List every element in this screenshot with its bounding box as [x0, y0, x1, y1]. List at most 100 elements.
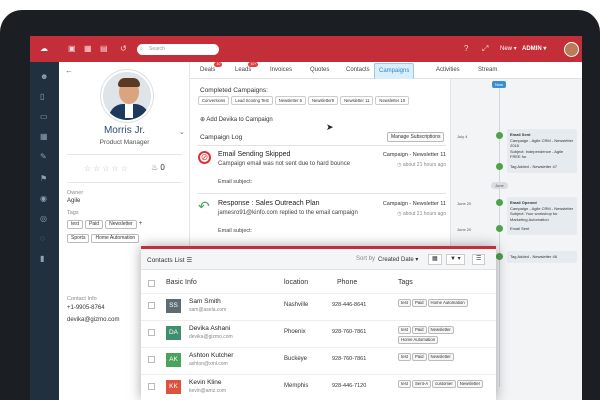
tickets-nav-icon[interactable]: ✎ — [40, 152, 47, 161]
header-tags[interactable]: Tags — [398, 279, 413, 286]
row-checkbox[interactable] — [148, 329, 155, 336]
timeline-card[interactable]: Tag Added - Newsletter 47 — [507, 161, 577, 173]
columns-button[interactable]: ☰ — [472, 254, 486, 265]
sort-value: Created Date — [378, 257, 414, 263]
contact-name[interactable]: Ashton Kutcher — [189, 352, 233, 359]
contact-name[interactable]: Kevin Kline — [189, 379, 222, 386]
tag[interactable]: test — [398, 380, 411, 388]
manage-subscriptions-button[interactable]: Manage Subscriptions — [387, 132, 445, 142]
header-location[interactable]: location — [284, 279, 308, 286]
star-rating[interactable]: ☆☆☆☆☆ — [84, 164, 130, 173]
tag[interactable]: Newsletter — [105, 220, 137, 229]
tag[interactable]: Home Automation — [91, 234, 140, 243]
contact-name[interactable]: Sam Smith — [189, 298, 221, 305]
tag[interactable]: Paid — [411, 353, 427, 361]
expand-icon[interactable]: ⤢ — [482, 44, 488, 54]
timeline-dot — [496, 253, 503, 260]
help-icon[interactable]: ? — [464, 44, 468, 54]
timeline-card[interactable]: Email Sent Campaign - Agile CRM - Newslet… — [507, 129, 577, 163]
tag[interactable]: Newsletter — [427, 353, 454, 361]
tab-activities[interactable]: Activities — [436, 67, 460, 73]
row-checkbox[interactable] — [148, 302, 155, 309]
refresh-icon[interactable]: ↺ — [120, 44, 127, 54]
tag[interactable]: test — [398, 326, 411, 334]
tab-invoices[interactable]: Invoices — [270, 67, 292, 73]
contacts-nav-icon[interactable]: ☻ — [40, 72, 48, 81]
timeline-card[interactable]: Email Sent — [507, 223, 577, 235]
new-menu[interactable]: New ▾ — [500, 45, 517, 52]
add-to-campaign-link[interactable]: ⊕ Add Devika to Campaign — [200, 116, 273, 123]
contact-location: Memphis — [284, 383, 309, 389]
timeline-card[interactable]: Email Opened Campaign - Agile CRM - Newsl… — [507, 197, 577, 225]
reports-nav-icon[interactable]: ▮ — [40, 254, 44, 263]
tab-stream[interactable]: Stream — [478, 67, 497, 73]
completed-campaigns: Conversions Lead Scoring Test Newsletter 6… — [198, 96, 448, 105]
header-basic-info[interactable]: Basic Info — [166, 279, 197, 286]
contact-phone[interactable]: +1-9905-8764 — [67, 305, 105, 311]
tag[interactable]: test — [398, 353, 411, 361]
campaign-tag[interactable]: Newsletter 11 — [340, 96, 374, 105]
tag[interactable]: Newsletter — [456, 380, 484, 388]
tag[interactable]: test — [67, 220, 84, 229]
list-icon[interactable]: ☰ — [186, 257, 192, 264]
sort-select[interactable]: Created Date ▾ — [378, 256, 418, 263]
select-all-checkbox[interactable] — [148, 280, 155, 287]
tag[interactable]: Paid — [411, 326, 427, 334]
campaign-tag[interactable]: Newsletter 6 — [274, 96, 307, 105]
docs-nav-icon[interactable]: ▯ — [40, 92, 44, 101]
contact-email[interactable]: devika@gizmo.com — [67, 317, 119, 323]
tag[interactable]: Sent-A — [411, 380, 432, 388]
tag[interactable]: Home Automation — [398, 336, 439, 344]
tasks-icon[interactable]: ▤ — [100, 44, 108, 54]
tag[interactable]: customer — [432, 380, 456, 388]
web-nav-icon[interactable]: ◉ — [40, 194, 47, 203]
tab-campaigns[interactable]: Campaigns — [374, 63, 415, 79]
timeline-card[interactable]: Tag Added - Newsletter 46 — [507, 251, 577, 263]
campaign-tag[interactable]: Lead Scoring Test — [231, 96, 273, 105]
tag[interactable]: Paid — [411, 299, 427, 307]
log-campaign[interactable]: Campaign - Newsletter 11 — [383, 201, 446, 207]
tag[interactable]: Newsletter — [427, 326, 454, 334]
tag[interactable]: Paid — [85, 220, 104, 229]
chevron-down-icon[interactable]: ⌄ — [179, 128, 185, 136]
dashboard-icon[interactable]: ▣ — [68, 44, 76, 54]
log-campaign[interactable]: Campaign - Newsletter 11 — [383, 152, 446, 158]
filter-button[interactable]: ▼ ▾ — [446, 254, 465, 265]
contact-email: devika@gizmo.com — [189, 334, 233, 340]
tab-leads[interactable]: Leads 10+ — [235, 62, 259, 73]
campaign-tag[interactable]: Newsletter9 — [308, 96, 339, 105]
table-row[interactable]: AK Ashton Kutcher ashton@xml.com Buckeye… — [141, 347, 496, 371]
tag[interactable]: test — [398, 299, 411, 307]
tab-quotes[interactable]: Quotes — [310, 67, 329, 73]
table-row[interactable]: SS Sam Smith sam@asela.com Nashville 928… — [141, 293, 496, 317]
admin-menu[interactable]: ADMIN ▾ — [522, 45, 546, 52]
tag[interactable]: Home Automation — [427, 299, 468, 307]
table-row[interactable]: KK Kevin Kline kevin@amz.com Memphis 928… — [141, 374, 496, 398]
grid-view-button[interactable]: ▦ — [428, 254, 442, 265]
campaign-tag[interactable]: Conversions — [198, 96, 230, 105]
row-checkbox[interactable] — [148, 356, 155, 363]
contact-phone: 928-446-8641 — [332, 302, 367, 308]
sort-label: Sort by — [356, 256, 376, 262]
help-nav-icon[interactable]: ◌ — [40, 234, 45, 243]
row-checkbox[interactable] — [148, 383, 155, 390]
contact-name[interactable]: Devika Ashani — [189, 325, 230, 332]
tab-deals[interactable]: Deals 10 — [200, 62, 223, 73]
table-row[interactable]: DA Devika Ashani devika@gizmo.com Phoeni… — [141, 320, 496, 344]
back-arrow-icon[interactable]: ← — [65, 66, 73, 75]
header-phone[interactable]: Phone — [337, 279, 357, 286]
cloud-logo-icon[interactable]: ☁ — [40, 44, 48, 54]
calendar-nav-icon[interactable]: ▦ — [40, 132, 48, 141]
add-tag-icon[interactable]: + — [139, 221, 143, 227]
user-avatar[interactable] — [564, 42, 579, 57]
campaign-tag[interactable]: Newsletter 10 — [375, 96, 410, 105]
campaigns-nav-icon[interactable]: ⚑ — [40, 174, 47, 183]
deals-nav-icon[interactable]: ▭ — [40, 112, 48, 121]
social-nav-icon[interactable]: ◎ — [40, 214, 47, 223]
tab-contacts[interactable]: Contacts — [346, 67, 370, 73]
tag[interactable]: Sports — [67, 234, 90, 243]
now-marker: Now — [492, 81, 507, 88]
contact-location: Phoenix — [284, 329, 306, 335]
search-input[interactable]: ⌕ Search — [137, 44, 219, 55]
calendar-icon[interactable]: ▦ — [84, 44, 92, 54]
